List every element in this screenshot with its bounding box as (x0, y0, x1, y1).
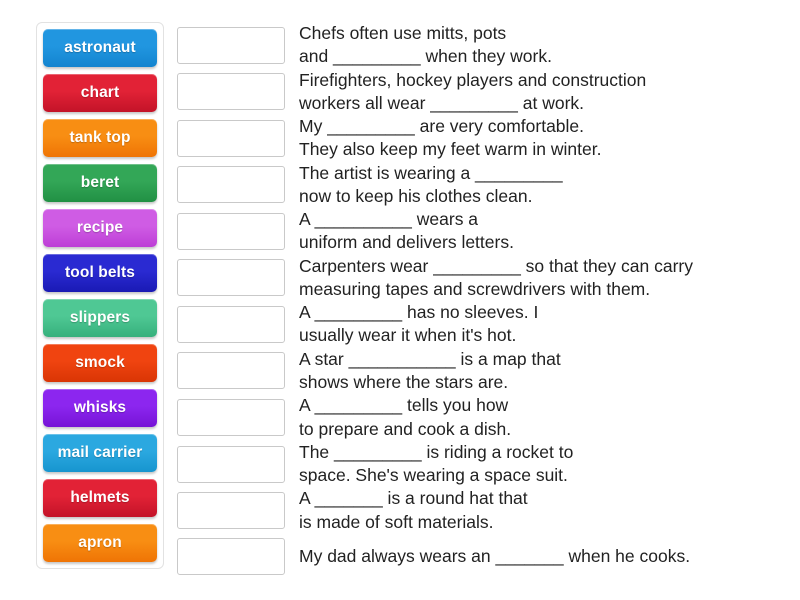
word-tile[interactable]: slippers (43, 299, 157, 337)
word-tile[interactable]: tank top (43, 119, 157, 157)
word-tile[interactable]: apron (43, 524, 157, 562)
sentence-rows-list: Chefs often use mitts, pots and ________… (177, 22, 780, 579)
sentence-row: The artist is wearing a _________ now to… (177, 162, 780, 209)
sentence-text: Chefs often use mitts, pots and ________… (299, 23, 552, 67)
sentence-row: A star ___________ is a map that shows w… (177, 348, 780, 395)
word-tile[interactable]: helmets (43, 479, 157, 517)
sentence-text: The artist is wearing a _________ now to… (299, 162, 563, 206)
sentence-row: My _________ are very comfortable. They … (177, 115, 780, 162)
answer-dropzone[interactable] (177, 166, 285, 204)
sentence-text: A _________ has no sleeves. I usually we… (299, 302, 539, 346)
sentence-row: Carpenters wear _________ so that they c… (177, 255, 780, 302)
word-tile[interactable]: astronaut (43, 29, 157, 67)
answer-dropzone[interactable] (177, 212, 285, 250)
sentence-text: A __________ wears a uniform and deliver… (299, 209, 514, 253)
sentence-row: A _________ tells you how to prepare and… (177, 394, 780, 441)
answer-dropzone[interactable] (177, 352, 285, 390)
word-tile[interactable]: beret (43, 164, 157, 202)
sentence-row: The _________ is riding a rocket to spac… (177, 441, 780, 488)
answer-dropzone[interactable] (177, 259, 285, 297)
word-tile[interactable]: mail carrier (43, 434, 157, 472)
sentence-row: My dad always wears an _______ when he c… (177, 534, 780, 579)
word-tile[interactable]: chart (43, 74, 157, 112)
sentence-text: A _______ is a round hat that is made of… (299, 488, 528, 532)
sentence-text: My dad always wears an _______ when he c… (299, 545, 691, 566)
word-tile[interactable]: recipe (43, 209, 157, 247)
word-tile[interactable]: tool belts (43, 254, 157, 292)
answer-dropzone[interactable] (177, 73, 285, 111)
answer-dropzone[interactable] (177, 445, 285, 483)
word-tile[interactable]: smock (43, 344, 157, 382)
word-tile[interactable]: whisks (43, 389, 157, 427)
answer-dropzone[interactable] (177, 399, 285, 437)
sentence-text: A _________ tells you how to prepare and… (299, 395, 512, 439)
answer-dropzone[interactable] (177, 26, 285, 64)
answer-dropzone[interactable] (177, 119, 285, 157)
word-tile-tray: astronaut chart tank top beret recipe tool be… (36, 22, 164, 569)
sentence-text: My _________ are very comfortable. They … (299, 116, 602, 160)
sentence-row: Chefs often use mitts, pots and ________… (177, 22, 780, 69)
answer-dropzone[interactable] (177, 537, 285, 575)
sentence-row: A __________ wears a uniform and deliver… (177, 208, 780, 255)
sentence-row: A _________ has no sleeves. I usually we… (177, 301, 780, 348)
sentence-text: Firefighters, hockey players and constru… (299, 69, 647, 113)
sentence-row: A _______ is a round hat that is made of… (177, 487, 780, 534)
sentence-text: The _________ is riding a rocket to spac… (299, 441, 574, 486)
answer-dropzone[interactable] (177, 492, 285, 530)
sentence-row: Firefighters, hockey players and constru… (177, 69, 780, 116)
answer-dropzone[interactable] (177, 305, 285, 343)
match-up-activity: astronaut chart tank top beret recipe tool be… (0, 0, 800, 600)
sentence-text: Carpenters wear _________ so that they c… (299, 255, 693, 299)
sentence-text: A star ___________ is a map that shows w… (299, 348, 561, 392)
